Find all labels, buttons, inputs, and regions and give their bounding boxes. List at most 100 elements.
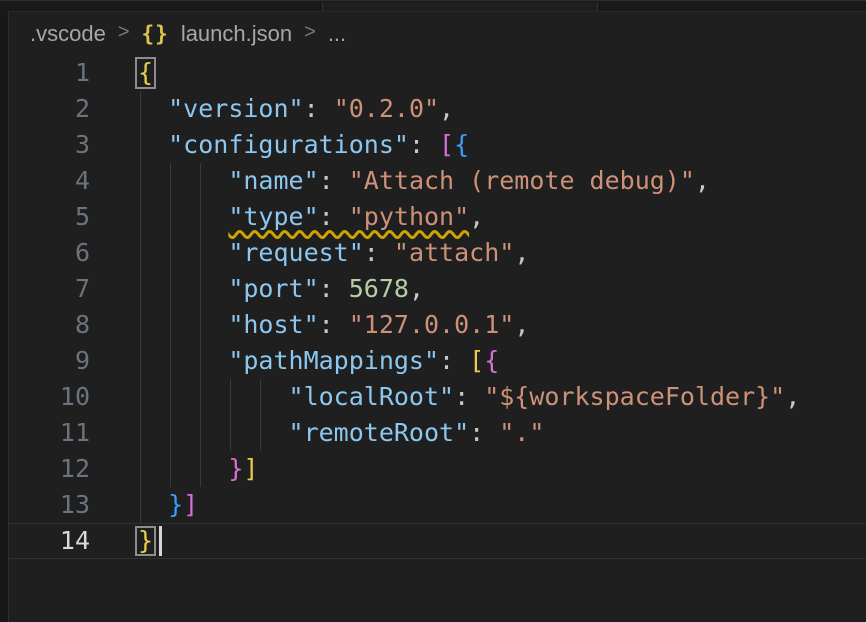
code-text: "host": "127.0.0.1", (138, 307, 529, 343)
code-token: "type" (228, 202, 318, 231)
line-number[interactable]: 13 (9, 487, 90, 523)
breadcrumb-folder[interactable]: .vscode (30, 21, 106, 47)
code-line-2[interactable]: 2 "version": "0.2.0", (9, 91, 866, 127)
code-token: , (409, 274, 424, 303)
code-line-5[interactable]: 5 "type": "python", (9, 199, 866, 235)
code-token: "localRoot" (289, 382, 455, 411)
line-number[interactable]: 8 (9, 307, 90, 343)
code-text: "port": 5678, (138, 271, 424, 307)
code-line-4[interactable]: 4 "name": "Attach (remote debug)", (9, 163, 866, 199)
code-area[interactable]: 1{2 "version": "0.2.0",3 "configurations… (9, 55, 866, 622)
code-token: } (228, 454, 243, 483)
code-token: "." (499, 418, 544, 447)
code-token: [ (469, 346, 484, 375)
code-token: "${workspaceFolder}" (484, 382, 785, 411)
code-token (138, 202, 228, 231)
line-number[interactable]: 12 (9, 451, 90, 487)
code-token: "attach" (394, 238, 514, 267)
code-token: : (319, 274, 349, 303)
code-line-10[interactable]: 10 "localRoot": "${workspaceFolder}", (9, 379, 866, 415)
code-token (138, 238, 228, 267)
code-token: ] (183, 490, 198, 519)
code-token (138, 274, 228, 303)
code-line-3[interactable]: 3 "configurations": [{ (9, 127, 866, 163)
line-number[interactable]: 3 (9, 127, 90, 163)
code-line-8[interactable]: 8 "host": "127.0.0.1", (9, 307, 866, 343)
code-token: : (469, 418, 499, 447)
code-text: "pathMappings": [{ (138, 343, 499, 379)
code-token: , (439, 94, 454, 123)
code-token: "python" (349, 202, 469, 231)
code-text: "request": "attach", (138, 235, 529, 271)
code-line-11[interactable]: 11 "remoteRoot": "." (9, 415, 866, 451)
code-token: , (695, 166, 710, 195)
code-token: { (484, 346, 499, 375)
editor-left-rail (0, 11, 9, 622)
code-token: : (409, 130, 439, 159)
line-number[interactable]: 1 (9, 55, 90, 91)
line-number[interactable]: 5 (9, 199, 90, 235)
code-text: "type": "python", (138, 199, 484, 235)
code-line-9[interactable]: 9 "pathMappings": [{ (9, 343, 866, 379)
matched-bracket: { (138, 55, 153, 91)
code-line-7[interactable]: 7 "port": 5678, (9, 271, 866, 307)
code-text: } (138, 524, 153, 558)
code-token (138, 418, 289, 447)
code-token: ] (243, 454, 258, 483)
code-token: "name" (228, 166, 318, 195)
code-token: , (785, 382, 800, 411)
code-token (138, 346, 228, 375)
code-token: : (319, 310, 349, 339)
code-token (138, 490, 168, 519)
code-token: , (514, 310, 529, 339)
code-token (138, 382, 289, 411)
code-token: 5678 (349, 274, 409, 303)
code-token: "version" (168, 94, 303, 123)
code-token: : (439, 346, 469, 375)
warning-squiggle-span: "type": "python" (228, 202, 469, 231)
matched-bracket: } (138, 524, 153, 558)
code-token (138, 166, 228, 195)
breadcrumb-file[interactable]: launch.json (181, 21, 292, 47)
code-token: "Attach (remote debug)" (349, 166, 695, 195)
code-token: "port" (228, 274, 318, 303)
json-braces-icon: {} (142, 22, 169, 46)
line-number[interactable]: 9 (9, 343, 90, 379)
code-token: "127.0.0.1" (349, 310, 515, 339)
code-token: : (319, 166, 349, 195)
code-token (138, 94, 168, 123)
code-line-1[interactable]: 1{ (9, 55, 866, 91)
code-token (138, 130, 168, 159)
code-token: "request" (228, 238, 363, 267)
code-token: , (514, 238, 529, 267)
code-token: "0.2.0" (334, 94, 439, 123)
code-token: [ (439, 130, 454, 159)
code-token (138, 454, 228, 483)
line-number[interactable]: 4 (9, 163, 90, 199)
code-token (138, 310, 228, 339)
code-line-13[interactable]: 13 }] (9, 487, 866, 523)
code-token: : (454, 382, 484, 411)
line-number[interactable]: 11 (9, 415, 90, 451)
line-number[interactable]: 14 (9, 524, 90, 558)
code-token: , (469, 202, 484, 231)
code-token: "pathMappings" (228, 346, 439, 375)
code-token: : (319, 202, 349, 231)
code-token: { (454, 130, 469, 159)
code-token: "host" (228, 310, 318, 339)
code-token: "configurations" (168, 130, 409, 159)
tab-bar[interactable] (0, 0, 866, 11)
line-number[interactable]: 2 (9, 91, 90, 127)
line-number[interactable]: 10 (9, 379, 90, 415)
code-text: "remoteRoot": "." (138, 415, 544, 451)
code-line-6[interactable]: 6 "request": "attach", (9, 235, 866, 271)
code-token: : (364, 238, 394, 267)
line-number[interactable]: 7 (9, 271, 90, 307)
chevron-right-icon: > (118, 21, 130, 44)
code-text: "version": "0.2.0", (138, 91, 454, 127)
breadcrumb-symbol-ellipsis[interactable]: ... (328, 21, 346, 47)
code-text: "name": "Attach (remote debug)", (138, 163, 710, 199)
code-line-14[interactable]: 14} (9, 523, 866, 559)
code-line-12[interactable]: 12 }] (9, 451, 866, 487)
line-number[interactable]: 6 (9, 235, 90, 271)
